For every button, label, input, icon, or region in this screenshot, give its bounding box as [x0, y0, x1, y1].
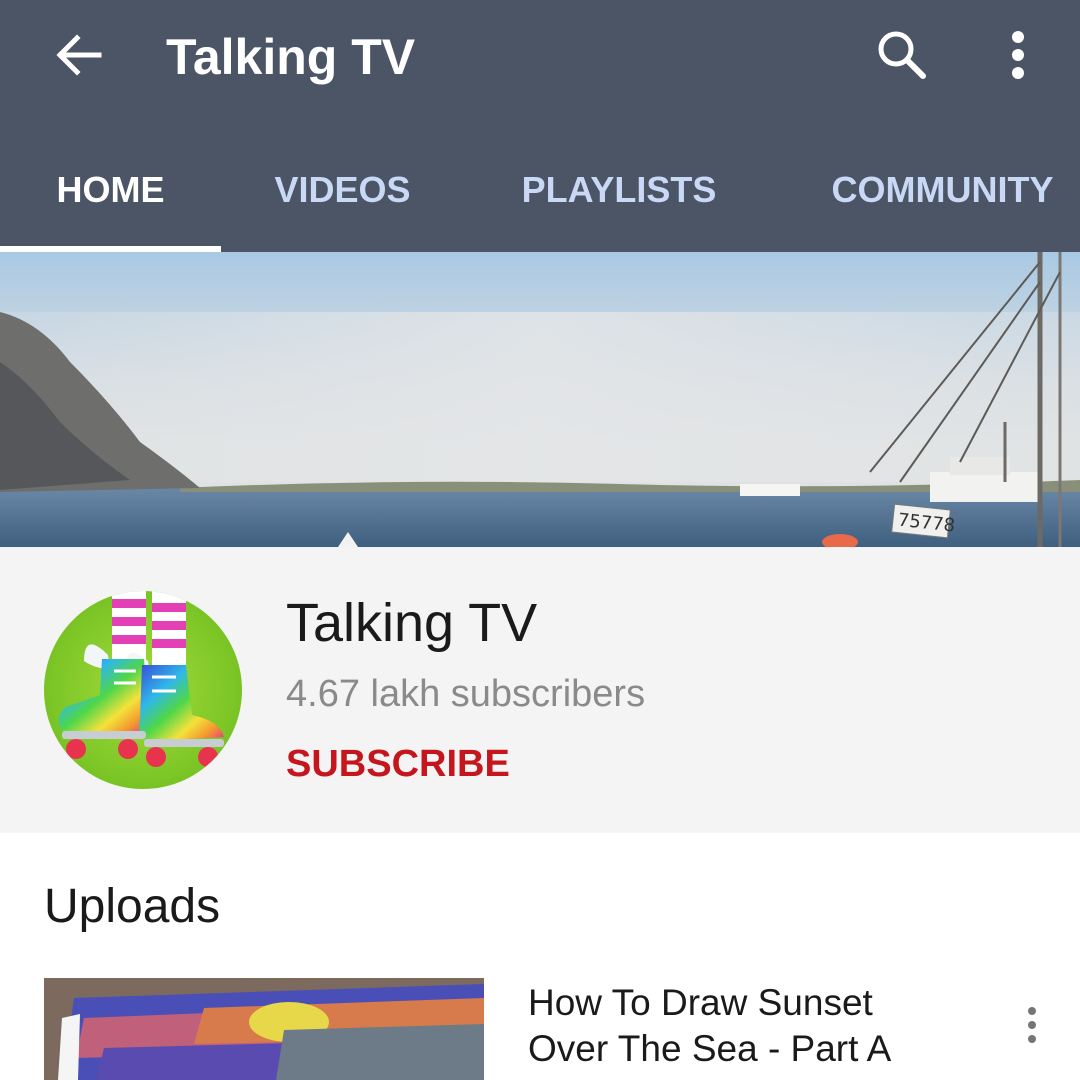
tab-home[interactable]: HOME — [0, 128, 221, 252]
video-title-line: Over The Sea - Part A — [528, 1028, 892, 1069]
app-bar: Talking TV HOME VIDEOS PLAYLISTS COMMUNI… — [0, 0, 1080, 252]
tab-label: HOME — [56, 169, 165, 210]
subscriber-count: 4.67 lakh subscribers — [286, 673, 646, 715]
tab-videos[interactable]: VIDEOS — [240, 128, 445, 252]
arrow-back-icon — [56, 34, 102, 76]
video-title-line: How To Draw Sunset — [528, 982, 873, 1023]
search-button[interactable] — [868, 22, 936, 88]
tab-label: COMMUNITY — [831, 169, 1054, 210]
video-title[interactable]: How To Draw Sunset Over The Sea - Part A — [528, 980, 968, 1072]
subscribe-button[interactable]: SUBSCRIBE — [286, 741, 510, 787]
list-item[interactable]: How To Draw Sunset Over The Sea - Part A — [0, 978, 1080, 1080]
video-more-button[interactable] — [1008, 992, 1056, 1058]
thumbnail-image — [44, 978, 484, 1080]
channel-avatar[interactable] — [44, 591, 242, 789]
tab-playlists[interactable]: PLAYLISTS — [490, 128, 748, 252]
tab-label: VIDEOS — [274, 169, 411, 210]
back-button[interactable] — [40, 22, 116, 88]
tab-community[interactable]: COMMUNITY — [810, 128, 1075, 252]
roller-skates-icon — [44, 591, 242, 789]
channel-name: Talking TV — [286, 593, 538, 653]
tab-label: PLAYLISTS — [521, 169, 717, 210]
channel-banner: 75778 — [0, 252, 1080, 547]
uploads-heading: Uploads — [44, 880, 221, 933]
channel-header: Talking TV 4.67 lakh subscribers SUBSCRI… — [0, 547, 1080, 833]
toolbar: Talking TV — [0, 0, 1080, 112]
banner-image: 75778 — [0, 252, 1080, 547]
search-icon — [878, 31, 926, 79]
page-title: Talking TV — [166, 29, 416, 85]
more-vert-icon — [1012, 31, 1024, 79]
more-vert-icon — [1028, 1007, 1036, 1043]
tab-bar: HOME VIDEOS PLAYLISTS COMMUNITY — [0, 128, 1080, 252]
video-thumbnail[interactable] — [44, 978, 484, 1080]
more-options-button[interactable] — [990, 22, 1046, 88]
